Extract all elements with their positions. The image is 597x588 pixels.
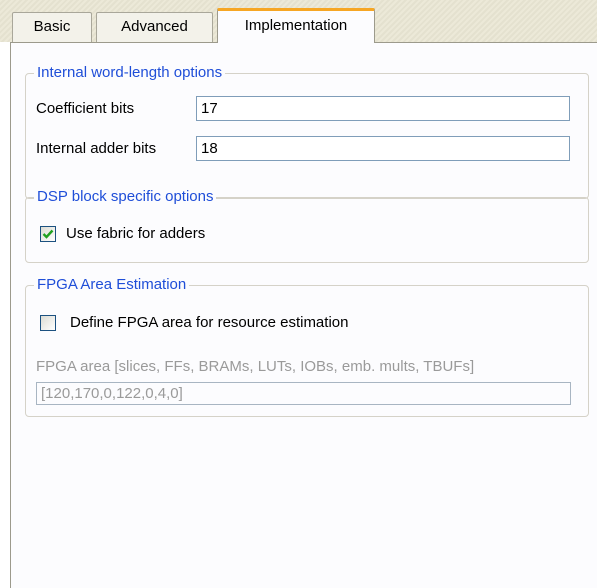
dsp-block-title: DSP block specific options <box>34 188 217 206</box>
fpga-area-input[interactable] <box>36 382 571 405</box>
coefficient-bits-input[interactable] <box>196 96 570 121</box>
checkmark-icon <box>42 229 54 239</box>
internal-wordlength-title: Internal word-length options <box>34 64 226 82</box>
dsp-block-group: DSP block specific options Use fabric fo… <box>25 188 589 263</box>
tab-advanced-label: Advanced <box>121 18 188 35</box>
tab-basic[interactable]: Basic <box>12 12 92 42</box>
implementation-panel: Internal word-length options Coefficient… <box>10 42 597 588</box>
internal-wordlength-group: Internal word-length options Coefficient… <box>25 64 589 199</box>
define-area-checkbox[interactable] <box>40 315 56 331</box>
fpga-area-title: FPGA Area Estimation <box>34 276 190 294</box>
tab-strip: Basic Advanced Implementation <box>0 0 597 43</box>
internal-adder-bits-input[interactable] <box>196 136 570 161</box>
define-area-label: Define FPGA area for resource estimation <box>70 314 349 331</box>
tab-advanced[interactable]: Advanced <box>96 12 213 42</box>
tab-basic-label: Basic <box>33 18 71 35</box>
coefficient-bits-label: Coefficient bits <box>36 100 135 117</box>
tab-implementation-label: Implementation <box>244 17 348 34</box>
use-fabric-label: Use fabric for adders <box>66 225 206 242</box>
use-fabric-checkbox[interactable] <box>40 226 56 242</box>
internal-adder-bits-label: Internal adder bits <box>36 140 157 157</box>
fpga-area-field-label: FPGA area [slices, FFs, BRAMs, LUTs, IOB… <box>36 358 475 375</box>
tab-implementation[interactable]: Implementation <box>217 8 375 43</box>
fpga-area-group: FPGA Area Estimation Define FPGA area fo… <box>25 276 589 417</box>
